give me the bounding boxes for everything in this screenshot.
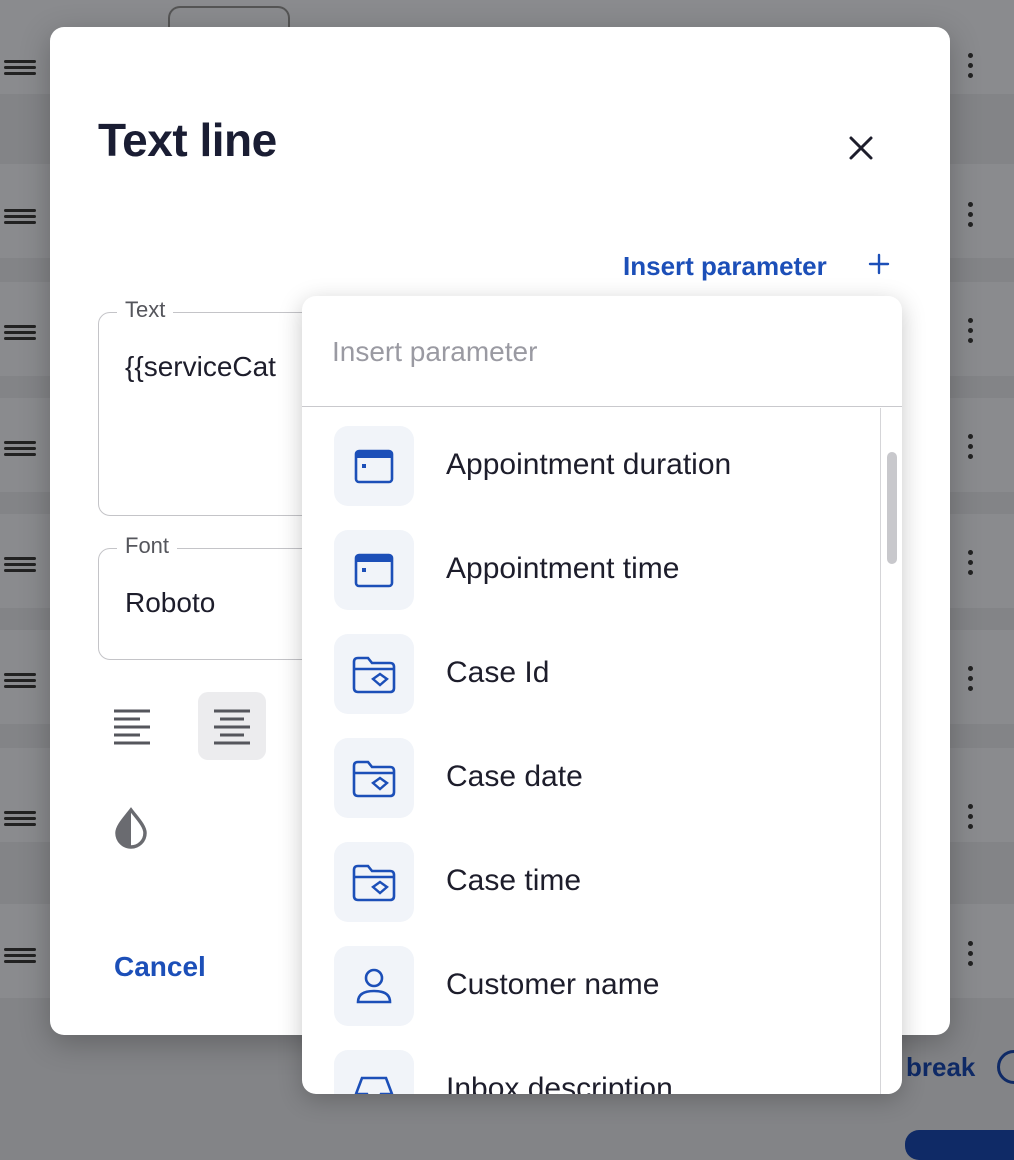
- align-left-icon: [114, 709, 150, 745]
- list-item-label: Case time: [446, 864, 582, 897]
- align-center-button[interactable]: [198, 692, 266, 760]
- list-item-label: Appointment duration: [446, 448, 732, 481]
- scrollbar-thumb[interactable]: [887, 452, 897, 564]
- parameter-search-input[interactable]: [330, 328, 874, 376]
- inbox-icon: [334, 1050, 414, 1094]
- plus-icon: [868, 253, 890, 275]
- more-vert-icon[interactable]: [968, 202, 974, 232]
- parameter-list: Appointment duration Appointment time Ca…: [302, 408, 880, 1094]
- cancel-button[interactable]: Cancel: [114, 951, 206, 983]
- insert-parameter-link[interactable]: Insert parameter: [623, 251, 827, 282]
- parameter-list-scrollbar[interactable]: [880, 408, 902, 1094]
- list-item-label: Case date: [446, 760, 583, 793]
- list-item[interactable]: Appointment duration: [334, 426, 854, 506]
- font-field-value[interactable]: Roboto: [125, 587, 215, 619]
- list-item-label: Inbox description: [446, 1072, 673, 1094]
- drag-handle-icon[interactable]: [4, 325, 36, 340]
- list-item-label: Case Id: [446, 656, 550, 689]
- drag-handle-icon[interactable]: [4, 673, 36, 688]
- drag-handle-icon[interactable]: [4, 811, 36, 826]
- drag-handle-icon[interactable]: [4, 60, 36, 75]
- list-item-label: Customer name: [446, 968, 660, 1001]
- calendar-icon: [334, 530, 414, 610]
- insert-parameter-dropdown: Appointment duration Appointment time: [302, 296, 902, 1094]
- list-item[interactable]: Case time: [334, 842, 854, 922]
- more-vert-icon[interactable]: [968, 550, 974, 580]
- align-left-button[interactable]: [98, 692, 166, 760]
- dialog-title: Text line: [98, 114, 277, 166]
- insert-parameter-plus[interactable]: [868, 253, 890, 275]
- close-icon: [849, 136, 873, 160]
- line-break-label: break: [906, 1052, 976, 1082]
- text-field-value[interactable]: {{serviceCat: [125, 351, 276, 383]
- text-field-label: Text: [117, 297, 174, 323]
- more-vert-icon[interactable]: [968, 666, 974, 696]
- drag-handle-icon[interactable]: [4, 441, 36, 456]
- list-item[interactable]: Customer name: [334, 946, 854, 1026]
- folder-icon: [334, 842, 414, 922]
- folder-icon: [334, 738, 414, 818]
- list-item[interactable]: Inbox description: [334, 1050, 854, 1094]
- folder-icon: [334, 634, 414, 714]
- close-button[interactable]: [842, 129, 880, 167]
- more-vert-icon[interactable]: [968, 941, 974, 971]
- font-field-label: Font: [117, 533, 178, 559]
- text-color-button[interactable]: [108, 805, 154, 851]
- align-center-icon: [214, 709, 250, 745]
- more-vert-icon[interactable]: [968, 434, 974, 464]
- more-vert-icon[interactable]: [968, 53, 974, 83]
- bg-primary-button: [905, 1130, 1014, 1160]
- add-circle-icon: [997, 1050, 1014, 1084]
- parameter-search: [302, 296, 902, 407]
- list-item[interactable]: Case date: [334, 738, 854, 818]
- calendar-icon: [334, 426, 414, 506]
- more-vert-icon[interactable]: [968, 318, 974, 348]
- drag-handle-icon[interactable]: [4, 209, 36, 224]
- drag-handle-icon[interactable]: [4, 557, 36, 572]
- color-drop-icon: [115, 807, 147, 849]
- list-item[interactable]: Case Id: [334, 634, 854, 714]
- list-item-label: Appointment time: [446, 552, 680, 585]
- list-item[interactable]: Appointment time: [334, 530, 854, 610]
- person-icon: [334, 946, 414, 1026]
- drag-handle-icon[interactable]: [4, 948, 36, 963]
- more-vert-icon[interactable]: [968, 804, 974, 834]
